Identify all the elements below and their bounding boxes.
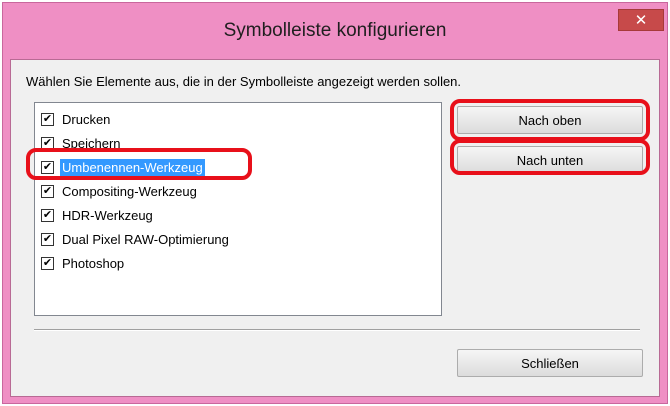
list-item-speichern[interactable]: ✔ Speichern — [35, 131, 335, 155]
list-item-umbenennen[interactable]: ✔ Umbenennen-Werkzeug — [35, 155, 335, 179]
close-icon[interactable]: ✕ — [618, 9, 664, 31]
checkbox-checked-icon[interactable]: ✔ — [41, 136, 54, 150]
list-item-dual-pixel[interactable]: ✔ Dual Pixel RAW-Optimierung — [35, 227, 335, 251]
move-up-button[interactable]: Nach oben — [457, 106, 643, 134]
list-item-drucken[interactable]: ✔ Drucken — [35, 107, 335, 131]
checkbox-checked-icon[interactable]: ✔ — [41, 208, 54, 222]
checkbox-checked-icon[interactable]: ✔ — [41, 160, 54, 174]
close-button[interactable]: Schließen — [457, 349, 643, 377]
divider — [34, 329, 640, 331]
list-item-label: Compositing-Werkzeug — [62, 183, 197, 199]
checkbox-checked-icon[interactable]: ✔ — [41, 184, 54, 198]
list-item-label: Dual Pixel RAW-Optimierung — [62, 231, 229, 247]
list-item-label-selected: Umbenennen-Werkzeug — [60, 158, 205, 176]
move-down-button[interactable]: Nach unten — [457, 146, 643, 174]
checkbox-checked-icon[interactable]: ✔ — [41, 112, 54, 126]
list-item-label: Drucken — [62, 111, 111, 127]
checkbox-checked-icon[interactable]: ✔ — [41, 232, 54, 246]
toolbar-items-list[interactable]: ✔ Drucken ✔ Speichern ✔ Umbenennen-Werkz… — [34, 102, 442, 316]
window-title: Symbolleiste konfigurieren — [223, 20, 447, 41]
list-item-label: HDR-Werkzeug — [62, 207, 153, 223]
list-item-hdr[interactable]: ✔ HDR-Werkzeug — [35, 203, 335, 227]
list-item-compositing[interactable]: ✔ Compositing-Werkzeug — [35, 179, 335, 203]
list-item-label: Photoshop — [62, 255, 125, 271]
checkbox-checked-icon[interactable]: ✔ — [41, 256, 54, 270]
list-item-label: Speichern — [62, 135, 121, 151]
list-item-photoshop[interactable]: ✔ Photoshop — [35, 251, 335, 275]
instruction-text: Wählen Sie Elemente aus, die in der Symb… — [26, 74, 462, 89]
